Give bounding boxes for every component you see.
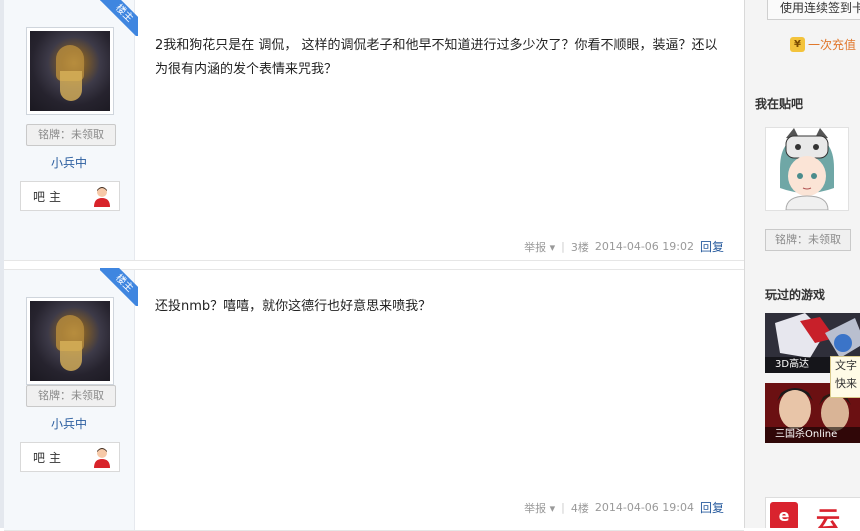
my-bar-title: 我在贴吧	[755, 97, 804, 111]
coin-icon: ¥	[790, 37, 805, 52]
charge-link-label: 一次充值	[808, 38, 857, 52]
signin-card-button[interactable]: 使用连续签到卡	[767, 0, 860, 20]
right-sidebar: 使用连续签到卡 ¥ 一次充值 我在贴吧 铭牌：未领取 玩过的游戏 3D高达 三国…	[745, 0, 860, 528]
post-floor-3: 楼主 铭牌：未领取 小兵中 吧主 2我和狗花只是在 调侃， 这样的调侃老子和他早…	[4, 0, 744, 261]
role-box: 吧主	[20, 181, 120, 211]
bar-owner-icon	[94, 187, 110, 207]
post-body: 2我和狗花只是在 调侃， 这样的调侃老子和他早不知道进行过多少次了？你看不顺眼，…	[155, 38, 718, 77]
footer-separator: |	[561, 240, 565, 253]
footer-separator: |	[561, 501, 565, 514]
author-username[interactable]: 小兵中	[4, 154, 134, 171]
promo-banner[interactable]: e 云	[765, 497, 860, 528]
avatar-image	[30, 301, 110, 381]
bar-owner-icon	[94, 448, 110, 468]
games-title: 玩过的游戏	[765, 288, 826, 302]
post-time: 2014-04-06 19:04	[594, 501, 694, 514]
author-avatar[interactable]	[26, 27, 114, 115]
report-link[interactable]: 举报 ▾	[524, 500, 555, 516]
author-avatar[interactable]	[26, 297, 114, 385]
post-footer: 举报 ▾ | 4楼 2014-04-06 19:04 回复	[524, 499, 724, 516]
my-nameplate-button[interactable]: 铭牌：未领取	[765, 229, 851, 251]
game-tooltip: 文字 快来	[830, 356, 860, 398]
avatar-image	[30, 31, 110, 111]
post-time: 2014-04-06 19:02	[594, 240, 694, 253]
game-caption: 三国杀Online	[765, 427, 860, 443]
promo-text: 云	[816, 506, 840, 528]
thread-content: 楼主 铭牌：未领取 小兵中 吧主 2我和狗花只是在 调侃， 这样的调侃老子和他早…	[4, 0, 744, 531]
role-label: 吧主	[33, 190, 66, 204]
post-footer: 举报 ▾ | 3楼 2014-04-06 19:02 回复	[524, 238, 724, 255]
tooltip-line: 快来	[835, 377, 857, 390]
author-username[interactable]: 小兵中	[4, 415, 134, 432]
anime-avatar-icon	[766, 128, 848, 210]
my-avatar[interactable]	[765, 127, 849, 211]
charge-link[interactable]: ¥ 一次充值	[790, 36, 856, 53]
reply-link[interactable]: 回复	[700, 499, 724, 516]
nameplate-button[interactable]: 铭牌：未领取	[26, 385, 116, 407]
role-label: 吧主	[33, 451, 66, 465]
post-body: 还投nmb？嘻嘻，就你这德行也好意思来喷我？	[155, 299, 432, 314]
author-column: 楼主 铭牌：未领取 小兵中 吧主	[4, 0, 138, 260]
floor-number: 3楼	[570, 240, 589, 254]
author-column: 楼主 铭牌：未领取 小兵中 吧主	[4, 268, 138, 530]
role-box: 吧主	[20, 442, 120, 472]
reply-link[interactable]: 回复	[700, 238, 724, 255]
report-link[interactable]: 举报 ▾	[524, 239, 555, 255]
tooltip-line: 文字	[835, 359, 857, 372]
floor-number: 4楼	[570, 501, 589, 515]
post-floor-4: 楼主 铭牌：未领取 小兵中 吧主 还投nmb？嘻嘻，就你这德行也好意思来喷我？ …	[4, 268, 744, 531]
nameplate-button[interactable]: 铭牌：未领取	[26, 124, 116, 146]
promo-logo-icon: e	[770, 502, 798, 528]
